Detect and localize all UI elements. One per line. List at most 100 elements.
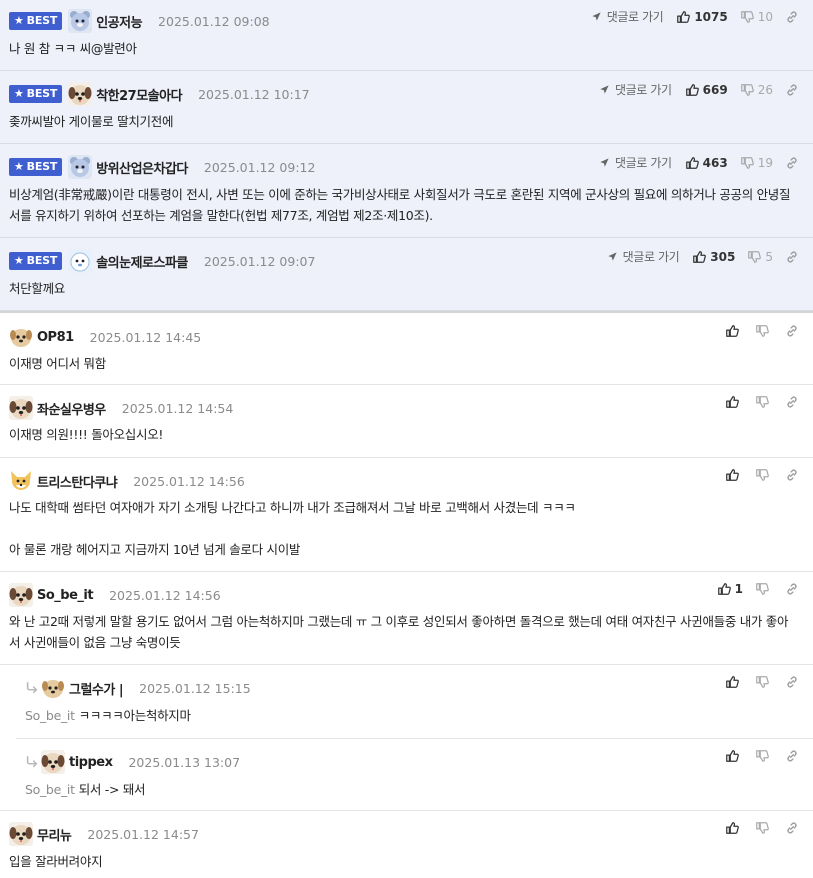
- comment-text: 와 난 고2때 저렇게 말할 용기도 없어서 그럼 아는척하지마 그랬는데 ㅠ …: [9, 614, 789, 650]
- star-icon: ★: [14, 160, 24, 173]
- link-icon: [785, 83, 799, 97]
- dislike-button[interactable]: [755, 821, 773, 835]
- go-to-reply-link[interactable]: 댓글로 가기: [591, 8, 664, 25]
- like-button[interactable]: [725, 324, 743, 338]
- go-to-reply-link[interactable]: 댓글로 가기: [599, 154, 672, 171]
- comment-actions: 댓글로 가기 463 19: [599, 154, 799, 171]
- star-icon: ★: [14, 254, 24, 267]
- author-name[interactable]: 트리스탄다쿠냐: [37, 472, 118, 491]
- author-name[interactable]: OP81: [37, 330, 74, 345]
- comment-time: 2025.01.12 14:45: [89, 329, 202, 345]
- comment-header: So_be_it 2025.01.12 14:56: [9, 583, 221, 607]
- dislike-button[interactable]: [755, 395, 773, 409]
- thumbs-up-icon: [725, 324, 739, 338]
- author-name[interactable]: 무리뉴: [37, 825, 72, 844]
- share-link-button[interactable]: [785, 156, 799, 170]
- comment-header: OP81 2025.01.12 14:45: [9, 325, 201, 349]
- dislike-button[interactable]: 19: [740, 156, 773, 170]
- mention-tag[interactable]: So_be_it: [25, 782, 75, 797]
- comment-time: 2025.01.12 14:54: [121, 400, 234, 416]
- avatar[interactable]: [68, 249, 92, 273]
- link-icon: [785, 10, 799, 24]
- go-to-reply-link[interactable]: 댓글로 가기: [607, 248, 680, 265]
- like-button[interactable]: [725, 468, 743, 482]
- comment-actions: [725, 675, 799, 689]
- mention-tag[interactable]: So_be_it: [25, 708, 75, 723]
- comment-header: ★ BEST 솔의눈제로스파클 2025.01.12 09:07: [9, 249, 315, 273]
- like-button[interactable]: [725, 675, 743, 689]
- like-button[interactable]: 305: [692, 250, 735, 264]
- thumbs-up-icon: [725, 675, 739, 689]
- like-button[interactable]: [725, 821, 743, 835]
- comment-text: So_be_it 되서 -> 돼서: [25, 782, 146, 797]
- thumbs-down-icon: [755, 821, 769, 835]
- share-link-button[interactable]: [785, 83, 799, 97]
- author-name[interactable]: So_be_it: [37, 588, 94, 603]
- thumbs-up-icon: [676, 10, 690, 24]
- like-button[interactable]: [725, 749, 743, 763]
- thumbs-up-icon: [725, 468, 739, 482]
- dislike-button[interactable]: [755, 582, 773, 596]
- dislike-button[interactable]: 10: [740, 10, 773, 24]
- author-name[interactable]: 그럴수가 |: [69, 679, 124, 698]
- comment-time: 2025.01.13 13:07: [128, 754, 241, 770]
- comment-actions: 댓글로 가기 669 26: [599, 81, 799, 98]
- author-name[interactable]: 방위산업은차갑다: [96, 158, 188, 177]
- share-link-button[interactable]: [785, 749, 799, 763]
- dislike-button[interactable]: [755, 324, 773, 338]
- best-comment: ★ BEST 인공저능 2025.01.12 09:08 나 원 참 ㅋㅋ 씨@발…: [0, 0, 813, 71]
- dislike-button[interactable]: 5: [747, 250, 773, 264]
- like-button[interactable]: 1: [717, 582, 743, 596]
- avatar[interactable]: [9, 822, 33, 846]
- comment: 무리뉴 2025.01.12 14:57 입을 잘라버려야지: [0, 811, 813, 877]
- reply-comment: 그럴수가 | 2025.01.12 15:15 So_be_it ㅋㅋㅋㅋ아는척하…: [0, 665, 813, 738]
- share-link-button[interactable]: [785, 821, 799, 835]
- avatar[interactable]: [9, 396, 33, 420]
- like-button[interactable]: 463: [685, 156, 728, 170]
- thumbs-up-icon: [725, 395, 739, 409]
- link-icon: [785, 675, 799, 689]
- go-to-reply-link[interactable]: 댓글로 가기: [599, 81, 672, 98]
- comment-text: 나 원 참 ㅋㅋ 씨@발련아: [9, 41, 137, 56]
- comment-time: 2025.01.12 14:57: [87, 826, 199, 842]
- share-link-button[interactable]: [785, 324, 799, 338]
- share-link-button[interactable]: [785, 468, 799, 482]
- avatar[interactable]: [41, 750, 65, 774]
- avatar[interactable]: [68, 9, 92, 33]
- star-icon: ★: [14, 14, 24, 27]
- like-button[interactable]: [725, 395, 743, 409]
- share-link-button[interactable]: [785, 675, 799, 689]
- author-name[interactable]: 착한27모솔아다: [96, 85, 182, 104]
- avatar[interactable]: [68, 155, 92, 179]
- avatar[interactable]: [41, 676, 65, 700]
- dislike-button[interactable]: [755, 468, 773, 482]
- dislike-button[interactable]: [755, 749, 773, 763]
- avatar[interactable]: [9, 469, 33, 493]
- share-link-button[interactable]: [785, 582, 799, 596]
- share-link-button[interactable]: [785, 395, 799, 409]
- author-name[interactable]: 인공저능: [96, 12, 142, 31]
- like-button[interactable]: 669: [685, 83, 728, 97]
- comment-time: 2025.01.12 15:15: [139, 680, 251, 696]
- author-name[interactable]: tippex: [69, 755, 113, 770]
- avatar[interactable]: [9, 325, 33, 349]
- thumbs-up-icon: [685, 83, 699, 97]
- share-link-button[interactable]: [785, 250, 799, 264]
- link-icon: [785, 749, 799, 763]
- dislike-button[interactable]: [755, 675, 773, 689]
- comment-header: 트리스탄다쿠냐 2025.01.12 14:56: [9, 469, 245, 493]
- comment-actions: [725, 821, 799, 835]
- thumbs-down-icon: [740, 83, 754, 97]
- comment-header: 무리뉴 2025.01.12 14:57: [9, 822, 199, 846]
- comment-text-line: 아 물론 개랑 헤어지고 지금까지 10년 넘게 솔로다 시이발: [9, 542, 301, 557]
- share-link-button[interactable]: [785, 10, 799, 24]
- best-comment: ★ BEST 방위산업은차갑다 2025.01.12 09:12 비상계엄(非常戒…: [0, 144, 813, 238]
- avatar[interactable]: [68, 82, 92, 106]
- comment-time: 2025.01.12 14:56: [109, 587, 221, 603]
- avatar[interactable]: [9, 583, 33, 607]
- link-icon: [785, 582, 799, 596]
- like-button[interactable]: 1075: [676, 10, 728, 24]
- author-name[interactable]: 좌순실우병우: [37, 399, 106, 418]
- dislike-button[interactable]: 26: [740, 83, 773, 97]
- author-name[interactable]: 솔의눈제로스파클: [96, 252, 188, 271]
